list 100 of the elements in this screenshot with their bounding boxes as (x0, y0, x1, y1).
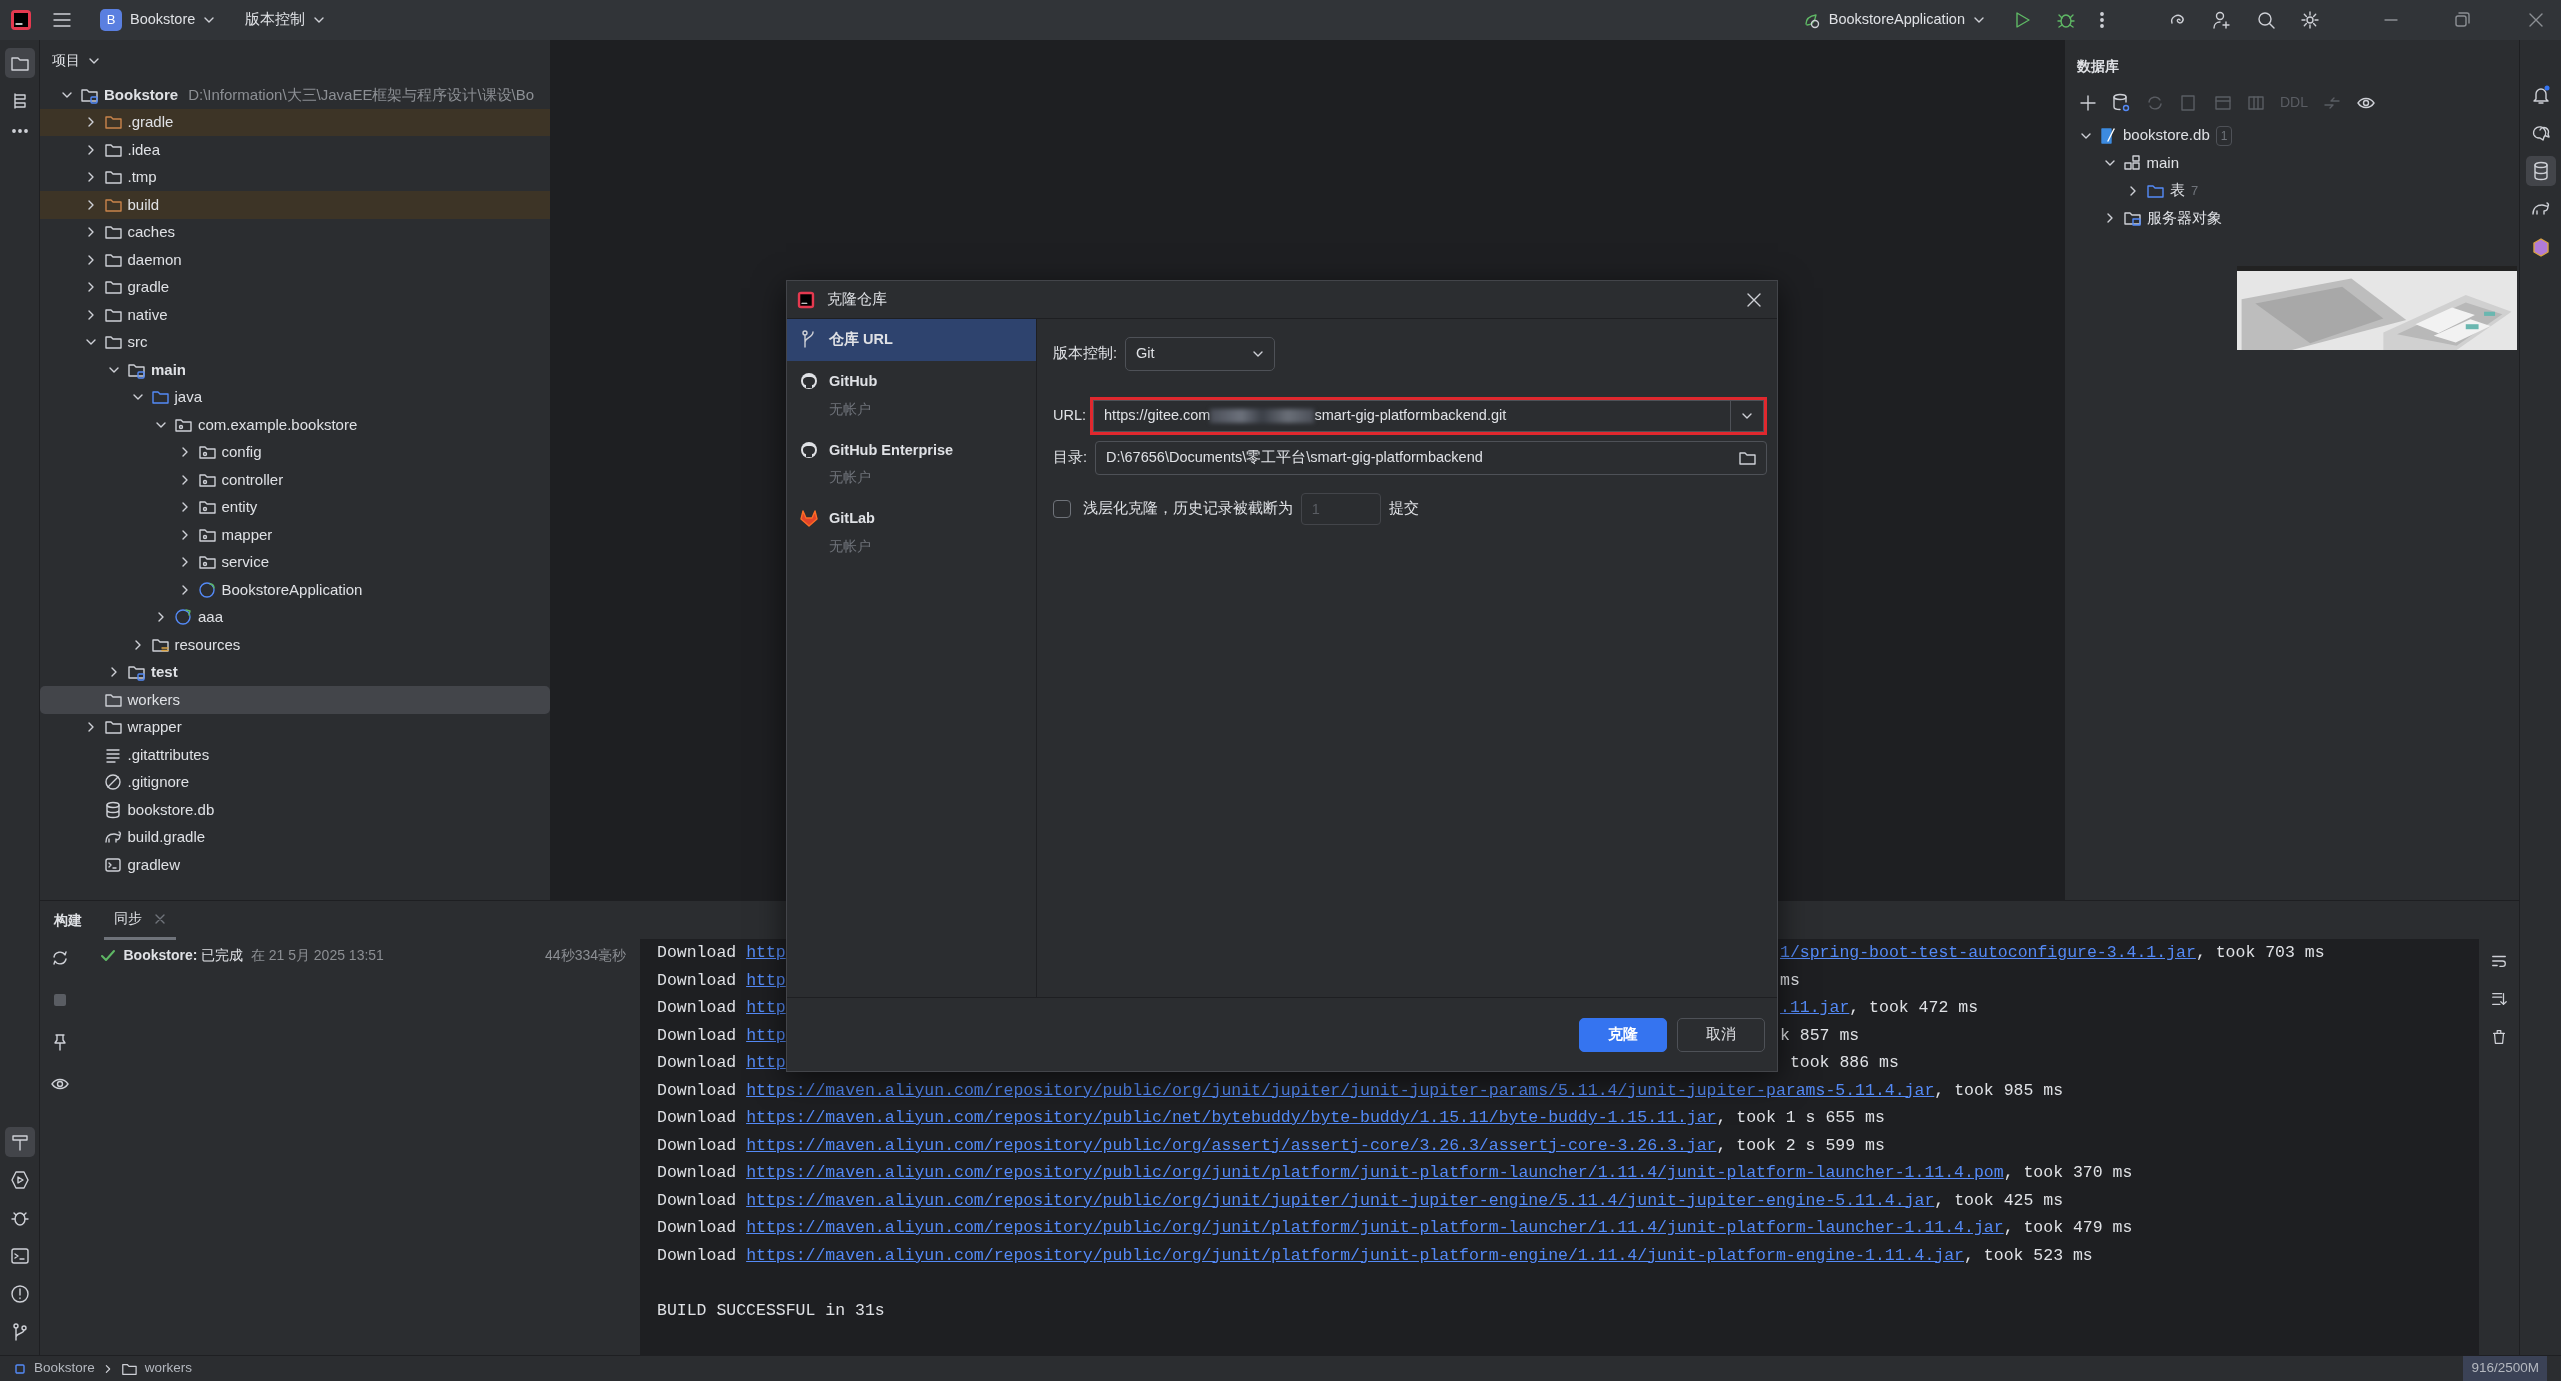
url-link[interactable]: https://maven.aliyun.com/repository/public/org/junit/platform/junit-platform-launcher/1.11.4/junit-platform-launcher-1.11.4.jar (746, 1218, 2004, 1237)
cancel-button[interactable]: 取消 (1677, 1017, 1765, 1052)
folder-tool-button[interactable] (4, 48, 35, 78)
url-link[interactable]: .11.jar (1780, 998, 1850, 1017)
tree-label: .gradle (127, 112, 174, 132)
count-badge: 1 (2215, 125, 2233, 146)
tree-row[interactable]: gradlew (40, 851, 550, 879)
url-link[interactable]: http (746, 998, 786, 1017)
tree-label: config (221, 442, 262, 462)
tree-label: resources (174, 634, 241, 655)
tree-row[interactable]: gradle (40, 273, 550, 301)
url-link[interactable]: https://maven.aliyun.com/repository/public/net/bytebuddy/byte-buddy/1.15.11/byte-buddy-1.15.11.jar (746, 1108, 1717, 1127)
tree-row[interactable]: .gradle (40, 108, 550, 136)
run-config-selector[interactable]: BookstoreApplication (1794, 5, 1993, 35)
tree-row[interactable]: .tmp (40, 163, 550, 191)
scroll-end-icon (2490, 990, 2508, 1008)
tree-label: daemon (127, 249, 182, 270)
cube-icon (2530, 237, 2551, 257)
hammer-tool-button[interactable] (4, 1127, 35, 1157)
tree-row[interactable]: .idea (40, 136, 550, 164)
console-text: Download (657, 998, 738, 1017)
console-text: , took 985 ms (1934, 1080, 2064, 1100)
url-link[interactable]: https://maven.aliyun.com/repository/public/org/junit/jupiter/junit-jupiter-params/5.11.4/junit-jupiter-params-5.11.4.jar (746, 1080, 1935, 1100)
checkbox[interactable] (1053, 500, 1071, 518)
url-link[interactable]: http (746, 1025, 786, 1045)
vcs-dropdown[interactable]: Git (1125, 337, 1276, 371)
add-user-icon (2212, 10, 2232, 30)
panel-title-menu[interactable]: 项目 (52, 50, 100, 71)
nav-item[interactable]: 仓库 URL (787, 319, 1036, 361)
tree-row[interactable]: bookstore.db (40, 796, 550, 824)
console-text: k 857 ms (1780, 1025, 1860, 1045)
nav-item[interactable]: GitHub Enterprise 无帐户 (787, 429, 1036, 499)
tree-row[interactable]: 服务器对象 (2065, 204, 2519, 232)
tree-row[interactable]: test (40, 658, 550, 686)
trash-icon (2490, 1028, 2508, 1046)
url-link[interactable]: http (746, 943, 786, 962)
run-services-icon (9, 1170, 30, 1190)
app-logo-icon[interactable] (10, 9, 32, 31)
tree-row[interactable]: build.gradle (40, 823, 550, 851)
tree-row[interactable]: daemon (40, 246, 550, 274)
console-text: Download (657, 1190, 738, 1210)
tree-row[interactable]: entity (40, 493, 550, 521)
database-icon (103, 800, 122, 819)
folder-icon (103, 113, 122, 132)
url-link[interactable]: https://maven.aliyun.com/repository/public/org/junit/jupiter/junit-jupiter-engine/5.11.4/junit-jupiter-engine-5.11.4.jar (746, 1190, 1935, 1210)
tree-row[interactable]: controller (40, 466, 550, 494)
breadcrumb[interactable]: Bookstore (14, 1358, 95, 1379)
class-icon (197, 580, 216, 599)
tree-row[interactable]: src (40, 328, 550, 356)
tree-row[interactable]: config (40, 438, 550, 466)
tree-row[interactable]: native (40, 301, 550, 329)
url-link[interactable]: 1/spring-boot-test-autoconfigure-3.4.1.jar (1780, 943, 2196, 962)
tree-row[interactable]: .gitignore (40, 768, 550, 796)
path-text: D:\Information\大三\JavaEE框架与程序设计\课设\Bo (188, 84, 535, 105)
tree-row[interactable]: mapper (40, 521, 550, 549)
tree-row[interactable]: java (40, 383, 550, 411)
console-text: Download (657, 1025, 738, 1045)
tree-row[interactable]: wrapper (40, 713, 550, 741)
nav-item[interactable]: GitLab 无帐户 (787, 498, 1036, 567)
tree-row[interactable]: workers (40, 686, 550, 714)
directory-field[interactable]: D:\67656\Documents\零工平台\smart-gig-platformbackend (1095, 441, 1767, 475)
tree-label: build (127, 194, 160, 215)
tree-row[interactable]: aaa (40, 603, 550, 631)
tree-row[interactable]: resources (40, 631, 550, 659)
tree-row[interactable]: com.example.bookstore (40, 411, 550, 439)
tree-label: main (2146, 152, 2179, 173)
tree-label: .gitattributes (127, 744, 210, 765)
field-label: 版本控制: (1053, 344, 1118, 364)
memory-indicator[interactable]: 916/2500M (2463, 1356, 2547, 1381)
url-link[interactable]: https://maven.aliyun.com/repository/public/org/junit/platform/junit-platform-launcher/1.11.4/junit-platform-launcher-1.11.4.pom (746, 1163, 2004, 1182)
project-switcher[interactable]: B Bookstore (92, 5, 224, 35)
tree-row[interactable]: bookstore.db 1 (2065, 121, 2519, 150)
url-field[interactable]: https://gitee.com smart-gig-platformbackend.git (1093, 400, 1730, 432)
tab[interactable]: 同步 (104, 900, 176, 940)
breadcrumb[interactable]: workers (120, 1358, 193, 1379)
tree-row[interactable]: 表 7 (2065, 176, 2519, 205)
nav-item[interactable]: GitHub 无帐户 (787, 360, 1036, 430)
tree-row[interactable]: Bookstore D:\Information\大三\JavaEE框架与程序设计\课设\Bo (40, 81, 550, 109)
tree-row[interactable]: service (40, 548, 550, 576)
clone-button[interactable]: 克隆 (1579, 1017, 1667, 1052)
url-link[interactable]: https://maven.aliyun.com/repository/public/org/assertj/assertj-core/3.26.3/assertj-core-3.26.3.jar (746, 1135, 1717, 1155)
tree-row[interactable]: caches (40, 218, 550, 246)
url-link[interactable]: http (746, 970, 786, 990)
tree-row[interactable]: main (2065, 149, 2519, 177)
bell-icon (2530, 85, 2551, 105)
tree-label: gradle (127, 277, 170, 297)
tree-row[interactable]: main (40, 356, 550, 384)
tree-row[interactable]: .gitattributes (40, 741, 550, 769)
app-icon (1802, 11, 1821, 29)
tree-row[interactable]: build (40, 191, 550, 219)
schema-icon (2122, 154, 2141, 172)
package-icon (197, 443, 216, 462)
url-link[interactable]: http (746, 1053, 786, 1072)
url-link[interactable]: https://maven.aliyun.com/repository/public/org/junit/platform/junit-platform-engine/1.11.4/junit-platform-engine-1.11.4.jar (746, 1245, 1965, 1265)
database-tool-button[interactable] (2525, 156, 2556, 186)
vcs-menu[interactable]: 版本控制 (237, 5, 334, 35)
package-icon (197, 553, 216, 572)
field-label: URL: (1053, 406, 1087, 426)
tree-label: main (151, 359, 186, 380)
tree-row[interactable]: BookstoreApplication (40, 576, 550, 604)
